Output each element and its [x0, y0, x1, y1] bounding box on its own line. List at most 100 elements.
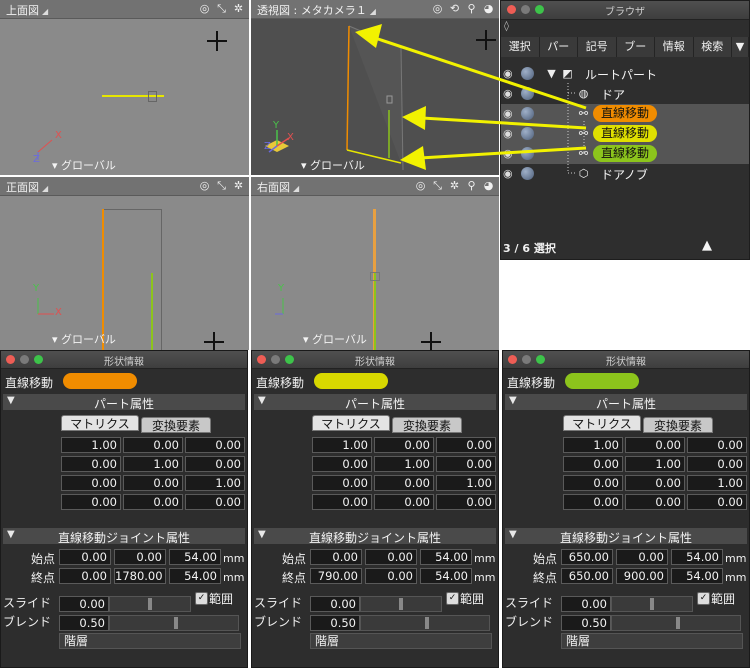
- start-field[interactable]: 54.00: [420, 549, 472, 565]
- matrix-cell[interactable]: 0.00: [312, 456, 372, 472]
- matrix-cell[interactable]: 0.00: [687, 494, 747, 510]
- joint-attributes-header[interactable]: ▼ 直線移動ジョイント属性: [505, 528, 747, 545]
- part-name-label: 直線移動: [507, 376, 556, 390]
- matrix-cell[interactable]: 0.00: [687, 437, 747, 453]
- matrix-cell[interactable]: 0.00: [312, 475, 372, 491]
- range-checkbox[interactable]: ✓: [697, 592, 710, 605]
- part-attributes-header[interactable]: ▼ パート属性: [505, 394, 747, 411]
- matrix-cell[interactable]: 1.00: [374, 456, 434, 472]
- blend-slider[interactable]: [109, 615, 239, 631]
- unit-label: mm: [474, 552, 496, 565]
- matrix-cell[interactable]: 0.00: [687, 456, 747, 472]
- matrix-cell[interactable]: 0.00: [185, 494, 245, 510]
- end-field[interactable]: 54.00: [671, 568, 723, 584]
- slide-slider[interactable]: [109, 596, 191, 612]
- blend-slider[interactable]: [611, 615, 741, 631]
- end-field[interactable]: 1780.00: [114, 568, 166, 584]
- blend-label: ブレンド: [254, 615, 303, 629]
- start-field[interactable]: 650.00: [561, 549, 613, 565]
- matrix-cell[interactable]: 0.00: [61, 456, 121, 472]
- matrix-cell[interactable]: 0.00: [123, 475, 183, 491]
- matrix-cell[interactable]: 0.00: [625, 437, 685, 453]
- matrix-cell[interactable]: 0.00: [123, 437, 183, 453]
- slide-field[interactable]: 0.00: [59, 596, 109, 612]
- end-field[interactable]: 790.00: [310, 568, 362, 584]
- start-field[interactable]: 0.00: [310, 549, 362, 565]
- matrix-cell[interactable]: 1.00: [61, 437, 121, 453]
- panel-titlebar: 形状情報: [503, 351, 749, 369]
- matrix-cell[interactable]: 1.00: [563, 437, 623, 453]
- end-field[interactable]: 54.00: [169, 568, 221, 584]
- matrix-cell[interactable]: 0.00: [123, 494, 183, 510]
- end-field[interactable]: 650.00: [561, 568, 613, 584]
- range-checkbox[interactable]: ✓: [195, 592, 208, 605]
- blend-field[interactable]: 0.50: [59, 615, 109, 631]
- matrix-cell[interactable]: 0.00: [374, 437, 434, 453]
- matrix-cell[interactable]: 0.00: [436, 456, 496, 472]
- end-field[interactable]: 54.00: [420, 568, 472, 584]
- matrix-cell[interactable]: 0.00: [625, 494, 685, 510]
- slider-thumb[interactable]: [650, 598, 654, 610]
- slide-slider[interactable]: [611, 596, 693, 612]
- start-field[interactable]: 0.00: [59, 549, 111, 565]
- matrix-cell[interactable]: 0.00: [374, 475, 434, 491]
- part-attributes-header[interactable]: ▼ パート属性: [3, 394, 245, 411]
- tab-transform[interactable]: 変換要素: [392, 417, 462, 433]
- joint-attributes-header[interactable]: ▼ 直線移動ジョイント属性: [3, 528, 245, 545]
- start-label: 始点: [532, 552, 557, 566]
- matrix-cell[interactable]: 0.00: [185, 456, 245, 472]
- slide-field[interactable]: 0.00: [310, 596, 360, 612]
- joint-attributes-header[interactable]: ▼ 直線移動ジョイント属性: [254, 528, 496, 545]
- start-field[interactable]: 0.00: [114, 549, 166, 565]
- slider-thumb[interactable]: [425, 617, 429, 629]
- start-field[interactable]: 54.00: [169, 549, 221, 565]
- end-field[interactable]: 900.00: [616, 568, 668, 584]
- slide-field[interactable]: 0.00: [561, 596, 611, 612]
- color-swatch[interactable]: [63, 373, 137, 389]
- blend-field[interactable]: 0.50: [310, 615, 360, 631]
- part-attributes-header[interactable]: ▼ パート属性: [254, 394, 496, 411]
- matrix-cell[interactable]: 0.00: [436, 494, 496, 510]
- matrix-cell[interactable]: 0.00: [563, 456, 623, 472]
- matrix-cell[interactable]: 0.00: [563, 475, 623, 491]
- color-swatch[interactable]: [565, 373, 639, 389]
- matrix-cell[interactable]: 1.00: [625, 456, 685, 472]
- blend-field[interactable]: 0.50: [561, 615, 611, 631]
- matrix-cell[interactable]: 0.00: [625, 475, 685, 491]
- matrix-cell[interactable]: 1.00: [123, 456, 183, 472]
- matrix-cell[interactable]: 1.00: [312, 437, 372, 453]
- start-field[interactable]: 0.00: [616, 549, 668, 565]
- range-checkbox[interactable]: ✓: [446, 592, 459, 605]
- hierarchy-dropdown[interactable]: 階層: [561, 633, 743, 649]
- tab-matrix[interactable]: マトリクス: [563, 415, 641, 431]
- matrix-cell[interactable]: 0.00: [61, 494, 121, 510]
- slide-label: スライド: [3, 596, 52, 610]
- slider-thumb[interactable]: [174, 617, 178, 629]
- matrix-cell[interactable]: 0.00: [185, 437, 245, 453]
- matrix-cell[interactable]: 0.00: [436, 437, 496, 453]
- matrix-cell[interactable]: 0.00: [374, 494, 434, 510]
- hierarchy-dropdown[interactable]: 階層: [310, 633, 492, 649]
- color-swatch[interactable]: [314, 373, 388, 389]
- matrix-cell[interactable]: 1.00: [687, 475, 747, 491]
- tab-transform[interactable]: 変換要素: [141, 417, 211, 433]
- start-field[interactable]: 0.00: [365, 549, 417, 565]
- matrix-cell[interactable]: 0.00: [312, 494, 372, 510]
- end-field[interactable]: 0.00: [365, 568, 417, 584]
- end-field[interactable]: 0.00: [59, 568, 111, 584]
- section-title: 直線移動ジョイント属性: [57, 531, 190, 545]
- slider-thumb[interactable]: [399, 598, 403, 610]
- matrix-cell[interactable]: 1.00: [185, 475, 245, 491]
- blend-slider[interactable]: [360, 615, 490, 631]
- slider-thumb[interactable]: [676, 617, 680, 629]
- start-field[interactable]: 54.00: [671, 549, 723, 565]
- tab-matrix[interactable]: マトリクス: [312, 415, 390, 431]
- tab-matrix[interactable]: マトリクス: [61, 415, 139, 431]
- matrix-cell[interactable]: 0.00: [61, 475, 121, 491]
- slide-slider[interactable]: [360, 596, 442, 612]
- tab-transform[interactable]: 変換要素: [643, 417, 713, 433]
- hierarchy-dropdown[interactable]: 階層: [59, 633, 241, 649]
- matrix-cell[interactable]: 1.00: [436, 475, 496, 491]
- matrix-cell[interactable]: 0.00: [563, 494, 623, 510]
- slider-thumb[interactable]: [148, 598, 152, 610]
